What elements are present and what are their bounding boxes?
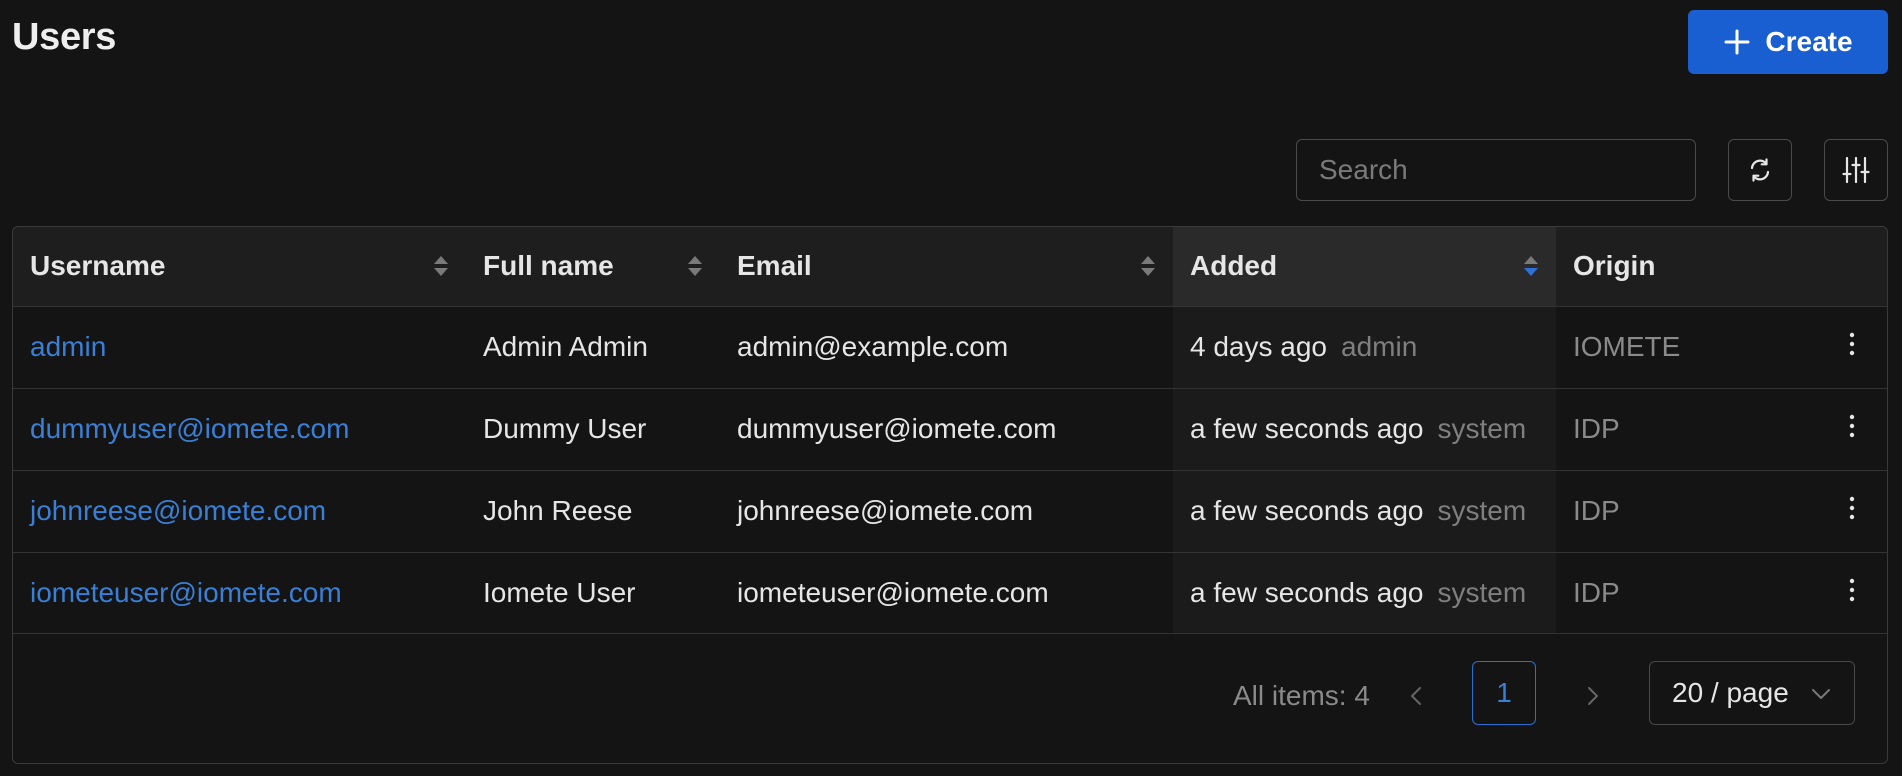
added-by: admin — [1341, 331, 1418, 362]
more-vertical-icon[interactable] — [1847, 411, 1857, 441]
prev-page-button[interactable] — [1397, 676, 1437, 716]
origin-cell: IDP — [1573, 495, 1620, 526]
column-settings-button[interactable] — [1824, 139, 1888, 201]
users-table: Username Full name Email Added Origin ad… — [12, 226, 1888, 764]
full-name-cell: Admin Admin — [483, 331, 648, 362]
chevron-down-icon — [1812, 689, 1830, 699]
email-cell: johnreese@iomete.com — [737, 495, 1034, 526]
sort-icon[interactable] — [1139, 251, 1157, 281]
column-header-label: Added — [1190, 250, 1278, 282]
origin-cell: IDP — [1573, 413, 1620, 444]
page-1-button[interactable]: 1 — [1472, 661, 1536, 725]
column-header-origin: Origin — [1556, 227, 1814, 306]
added-cell: a few seconds ago system — [1173, 552, 1556, 634]
page-size-value: 20 / page — [1672, 677, 1789, 708]
origin-cell: IOMETE — [1573, 331, 1681, 362]
pagination-bar: All items: 4 1 20 / page — [13, 633, 1887, 763]
added-cell: 4 days ago admin — [1173, 306, 1556, 388]
added-by: system — [1437, 413, 1527, 444]
sort-descending-icon[interactable] — [1522, 251, 1540, 281]
added-time: a few seconds ago — [1190, 495, 1424, 526]
column-header-email[interactable]: Email — [720, 227, 1173, 306]
added-by: system — [1437, 495, 1527, 526]
email-cell: admin@example.com — [737, 331, 1009, 362]
create-button-label: Create — [1765, 26, 1853, 57]
sort-icon[interactable] — [686, 251, 704, 281]
added-by: system — [1437, 577, 1527, 609]
column-header-label: Origin — [1573, 250, 1656, 282]
column-header-actions — [1814, 227, 1887, 306]
table-row: dummyuser@iomete.com Dummy User dummyuse… — [13, 388, 1887, 470]
origin-cell: IDP — [1573, 577, 1620, 609]
email-cell: dummyuser@iomete.com — [737, 413, 1057, 444]
email-cell: iometeuser@iomete.com — [737, 577, 1049, 609]
chevron-left-icon — [1411, 687, 1421, 705]
sliders-icon — [1842, 156, 1870, 184]
page-title: Users — [12, 16, 117, 58]
total-items-label: All items: 4 — [1233, 680, 1370, 711]
username-link[interactable]: johnreese@iomete.com — [30, 495, 326, 526]
column-header-added[interactable]: Added — [1173, 227, 1556, 306]
column-header-full-name[interactable]: Full name — [466, 227, 720, 306]
more-vertical-icon[interactable] — [1847, 329, 1857, 359]
username-link[interactable]: dummyuser@iomete.com — [30, 413, 349, 444]
more-vertical-icon[interactable] — [1847, 575, 1857, 605]
added-time: a few seconds ago — [1190, 577, 1424, 609]
more-vertical-icon[interactable] — [1847, 493, 1857, 523]
sort-icon[interactable] — [432, 251, 450, 281]
table-row: iometeuser@iomete.com Iomete User iomete… — [13, 552, 1887, 634]
table-row: admin Admin Admin admin@example.com 4 da… — [13, 306, 1887, 388]
column-header-username[interactable]: Username — [13, 227, 466, 306]
page-size-select[interactable]: 20 / page — [1649, 661, 1855, 725]
column-header-label: Full name — [483, 250, 614, 282]
full-name-cell: Dummy User — [483, 413, 647, 444]
next-page-button[interactable] — [1572, 676, 1612, 716]
column-header-label: Email — [737, 250, 812, 282]
added-cell: a few seconds ago system — [1173, 388, 1556, 470]
table-row: johnreese@iomete.com John Reese johnrees… — [13, 470, 1887, 552]
plus-icon — [1724, 29, 1750, 55]
create-button[interactable]: Create — [1688, 10, 1888, 74]
username-link[interactable]: iometeuser@iomete.com — [30, 577, 342, 608]
chevron-right-icon — [1588, 687, 1598, 705]
added-time: a few seconds ago — [1190, 413, 1424, 444]
column-header-label: Username — [30, 250, 166, 282]
username-link[interactable]: admin — [30, 331, 106, 362]
added-time: 4 days ago — [1190, 331, 1327, 362]
refresh-button[interactable] — [1728, 139, 1792, 201]
table-header-row: Username Full name Email Added Origin — [13, 227, 1887, 306]
refresh-icon — [1750, 158, 1770, 182]
added-cell: a few seconds ago system — [1173, 470, 1556, 552]
full-name-cell: John Reese — [483, 495, 633, 526]
search-input[interactable] — [1296, 139, 1696, 201]
full-name-cell: Iomete User — [483, 577, 636, 609]
